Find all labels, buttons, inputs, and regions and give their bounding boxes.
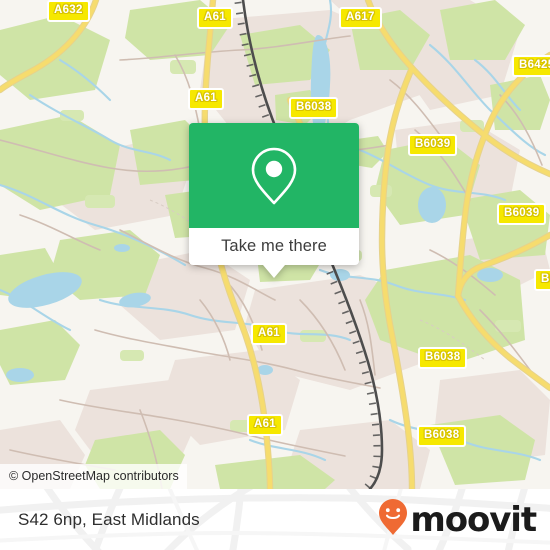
place-label: S42 6np, East Midlands <box>18 509 200 529</box>
road-shield-b6038-top: B6038 <box>289 97 339 119</box>
road-shield-a61-mid: A61 <box>251 323 287 345</box>
location-callout-card[interactable]: Take me there <box>189 123 359 278</box>
callout-pin-panel <box>189 123 359 228</box>
road-shield-b6-edge: B6 <box>534 269 550 291</box>
road-shield-b6039-lower: B6039 <box>497 203 547 225</box>
map-pin-icon <box>249 145 299 207</box>
road-shield-b6038-mid: B6038 <box>418 347 468 369</box>
footer-bar: S42 6np, East Midlands moovit <box>0 489 550 550</box>
road-shield-b6425: B6425 <box>512 55 550 77</box>
moovit-smile-pin-icon <box>378 498 408 541</box>
map-canvas[interactable]: A632 A61 A617 B6425 B6038 B6039 B6039 A6… <box>0 0 550 489</box>
road-shield-a61-lower: A61 <box>247 414 283 436</box>
road-shield-a61-upper: A61 <box>188 88 224 110</box>
moovit-logo[interactable]: moovit <box>378 498 537 541</box>
moovit-map-screen: A632 A61 A617 B6425 B6038 B6039 B6039 A6… <box>0 0 550 550</box>
osm-attribution[interactable]: © OpenStreetMap contributors <box>0 464 187 489</box>
moovit-wordmark: moovit <box>410 499 537 540</box>
road-shield-a617: A617 <box>339 7 382 29</box>
road-shield-a61-top: A61 <box>197 7 233 29</box>
road-shield-b6039-upper: B6039 <box>408 134 458 156</box>
take-me-there-button[interactable]: Take me there <box>189 228 359 265</box>
callout-pointer <box>263 265 285 278</box>
road-shield-b6038-bottom: B6038 <box>417 425 467 447</box>
road-shield-a632: A632 <box>47 0 90 22</box>
